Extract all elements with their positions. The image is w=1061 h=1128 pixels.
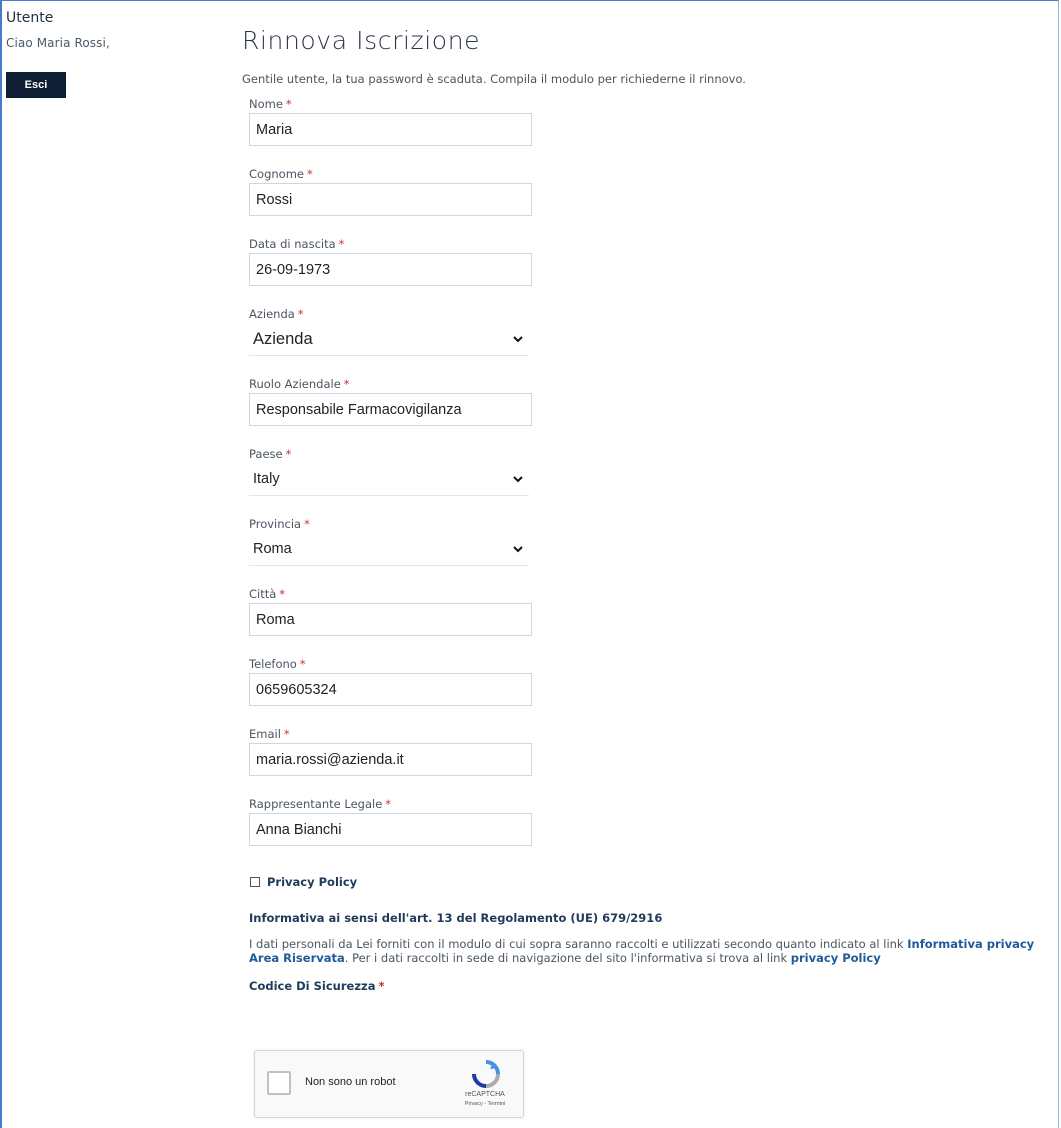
required-marker: * (304, 517, 310, 531)
required-marker: * (338, 237, 345, 251)
field-cognome: Cognome * (249, 167, 1052, 237)
citta-input[interactable] (249, 603, 532, 636)
nome-input[interactable] (249, 113, 532, 146)
required-marker: * (299, 657, 306, 671)
logout-button[interactable]: Esci (6, 72, 66, 98)
recaptcha-logo-icon (472, 1060, 500, 1088)
email-input[interactable] (249, 743, 532, 776)
field-telefono: Telefono * (249, 657, 1052, 727)
paese-select[interactable]: Italy (249, 463, 529, 496)
field-ruolo: Ruolo Aziendale * (249, 377, 1052, 447)
required-marker: * (385, 797, 392, 811)
field-label: Cognome * (249, 167, 313, 181)
field-data-nascita: Data di nascita * (249, 237, 1052, 307)
privacy-policy-link[interactable]: privacy Policy (791, 951, 881, 965)
field-provincia: Provincia * Roma (249, 517, 1052, 587)
chevron-down-icon (513, 336, 523, 343)
privacy-policy-row: Privacy Policy (250, 867, 1052, 897)
provincia-select[interactable]: Roma (249, 533, 529, 566)
field-rappresentante: Rappresentante Legale * (249, 797, 1052, 867)
page-title: Rinnova Iscrizione (242, 26, 481, 55)
privacy-checkbox-label[interactable]: Privacy Policy (267, 875, 357, 889)
recaptcha-checkbox[interactable] (267, 1071, 291, 1095)
cognome-input[interactable] (249, 183, 532, 216)
field-azienda: Azienda * Azienda (249, 307, 1052, 377)
field-label: Data di nascita * (249, 237, 345, 251)
select-value: Roma (249, 533, 529, 566)
field-email: Email * (249, 727, 1052, 797)
telefono-input[interactable] (249, 673, 532, 706)
field-label: Email * (249, 727, 290, 741)
sidebar-title: Utente (6, 10, 54, 26)
field-label: Rappresentante Legale * (249, 797, 392, 811)
field-label: Provincia * (249, 517, 310, 531)
select-value: Italy (249, 463, 529, 496)
sidebar: Utente Ciao Maria Rossi, Esci (6, 10, 206, 98)
field-label: Nome * (249, 97, 292, 111)
required-marker: * (283, 727, 290, 741)
birthdate-input[interactable] (249, 253, 532, 286)
field-nome: Nome * (249, 97, 1052, 167)
chevron-down-icon (513, 476, 523, 483)
field-label: Paese * (249, 447, 292, 461)
recaptcha-brand: reCAPTCHA (465, 1091, 505, 1098)
required-marker: * (343, 377, 350, 391)
intro-text: Gentile utente, la tua password è scadut… (242, 72, 746, 86)
renewal-form: Rinnova Iscrizione Gentile utente, la tu… (242, 26, 1052, 993)
user-greeting: Ciao Maria Rossi, (6, 36, 110, 50)
field-citta: Città * (249, 587, 1052, 657)
recaptcha-widget: Non sono un robot reCAPTCHA Privacy - Te… (254, 1050, 524, 1118)
security-code-label: Codice Di Sicurezza * (249, 979, 385, 993)
azienda-select[interactable]: Azienda (249, 323, 529, 356)
privacy-info-text: I dati personali da Lei forniti con il m… (249, 937, 1035, 965)
required-marker: * (378, 979, 385, 993)
field-label: Azienda * (249, 307, 304, 321)
privacy-info-heading: Informativa ai sensi dell'art. 13 del Re… (249, 911, 663, 925)
chevron-down-icon (513, 546, 523, 553)
ruolo-input[interactable] (249, 393, 532, 426)
recaptcha-label: Non sono un robot (305, 1076, 396, 1088)
privacy-checkbox[interactable] (250, 877, 260, 887)
required-marker: * (285, 97, 292, 111)
field-label: Ruolo Aziendale * (249, 377, 350, 391)
required-marker: * (297, 307, 304, 321)
field-paese: Paese * Italy (249, 447, 1052, 517)
select-value: Azienda (249, 323, 529, 356)
field-label: Telefono * (249, 657, 306, 671)
required-marker: * (279, 587, 286, 601)
field-label: Città * (249, 587, 286, 601)
rappresentante-input[interactable] (249, 813, 532, 846)
recaptcha-terms[interactable]: Privacy - Termini (445, 1101, 525, 1107)
required-marker: * (285, 447, 292, 461)
required-marker: * (306, 167, 313, 181)
